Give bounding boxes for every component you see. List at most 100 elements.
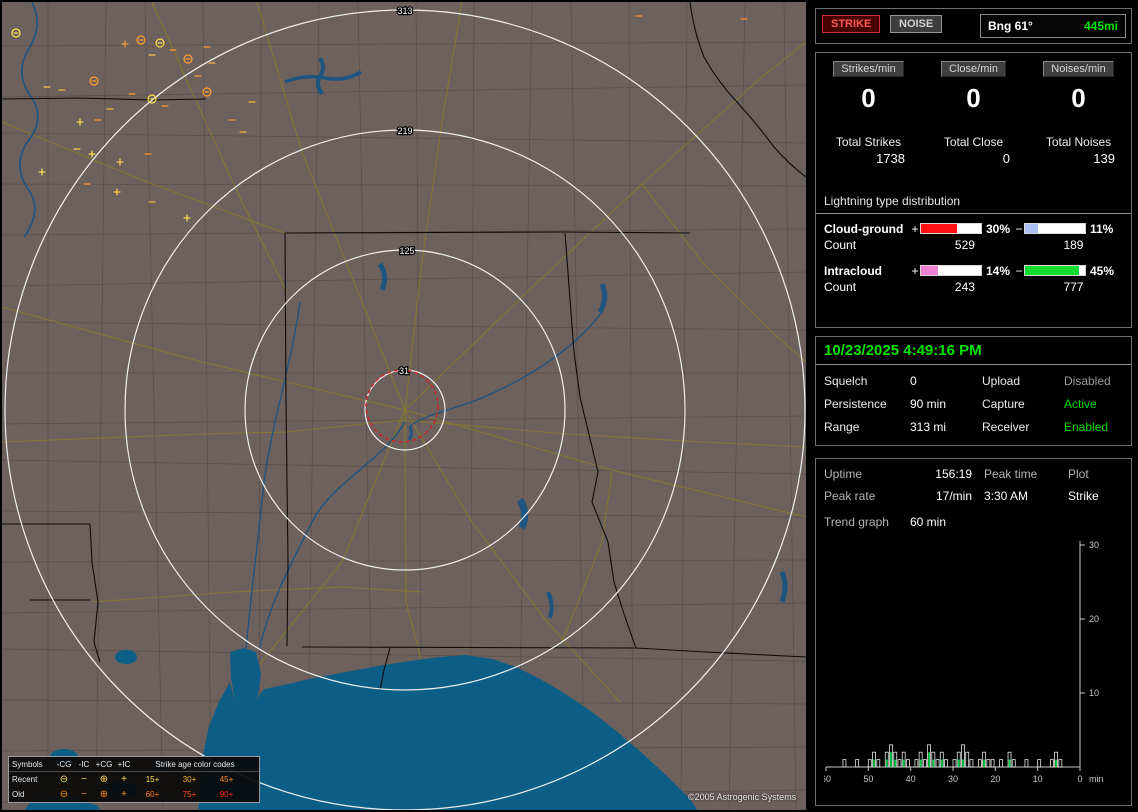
capture-status: Active [1064,397,1123,411]
svg-text:30: 30 [948,774,958,784]
ic-positive-count: 243 [915,280,1014,295]
total-noises-label: Total Noises [1026,135,1131,149]
capture-label: Capture [982,397,1064,411]
legend-age-header: Strike age color codes [134,760,256,769]
cg-negative-pct: 11% [1086,222,1118,236]
counters-section: Strikes/min Close/min Noises/min 0 0 0 T… [815,52,1132,328]
ic-negative-count: 777 [1024,280,1123,295]
total-close-label: Total Close [921,135,1026,149]
legend-col-neg-ic: -IC [74,760,94,769]
status-trend-section: Uptime 156:19 Peak time Plot Peak rate 1… [815,458,1132,806]
peak-time-label: Peak time [984,467,1068,481]
receiver-status: Enabled [1064,420,1123,434]
pos-ic-symbol-icon: + [114,775,134,785]
lightning-map[interactable]: 313 219 125 31 Symbols -CG -IC +CG +IC Stri… [2,2,806,810]
svg-text:50: 50 [863,774,873,784]
count-label: Count [824,280,906,295]
trend-axes [826,541,1085,771]
persistence-label: Persistence [824,397,910,411]
minus-sign: − [1014,264,1024,278]
dist-row-name: Cloud-ground [824,222,910,236]
right-panel: STRIKE NOISE Bng 61° 445mi Strikes/min C… [812,0,1138,812]
plot-mode-value: Strike [1068,489,1123,503]
upload-label: Upload [982,374,1064,388]
copyright-text: ©2005 Astrogenic Systems [688,792,796,802]
total-noises-value: 139 [1026,151,1131,166]
count-label: Count [824,238,906,253]
cloud-ground-counts: Count 529 189 [816,238,1131,253]
datetime-display: 10/23/2025 4:49:16 PM [816,337,1131,365]
plus-sign: + [910,264,920,278]
peak-rate-value: 17/min [910,489,984,503]
svg-text:40: 40 [906,774,916,784]
legend-recent-label: Recent [12,775,54,784]
trend-bars [843,745,1062,767]
age-code-90: 90+ [208,790,245,799]
clock-settings-section: 10/23/2025 4:49:16 PM Squelch 0 Upload D… [815,336,1132,446]
neg-ic-symbol-icon: − [74,790,94,800]
age-code-75: 75+ [171,790,208,799]
svg-text:125: 125 [399,246,414,256]
peak-time-value: 3:30 AM [984,489,1068,503]
bearing-value: Bng 61° [988,19,1033,33]
cg-negative-bar [1024,223,1086,234]
intracloud-counts: Count 243 777 [816,280,1131,295]
svg-text:313: 313 [397,6,412,16]
peak-rate-label: Peak rate [824,489,910,503]
trend-axis-labels: 1020306050403020100min [824,540,1104,784]
cg-positive-count: 529 [915,238,1014,253]
total-strikes-value: 1738 [816,151,921,166]
map-legend: Symbols -CG -IC +CG +IC Strike age color… [8,756,260,803]
age-code-60: 60+ [134,790,171,799]
neg-ic-symbol-icon: − [74,775,94,785]
pos-cg-symbol-icon: ⊕ [94,790,114,800]
persistence-value: 90 min [910,397,982,411]
strikes-per-min-value: 0 [816,83,921,113]
age-code-30: 30+ [171,775,208,784]
pos-cg-symbol-icon: ⊕ [94,775,114,785]
age-code-45: 45+ [208,775,245,784]
legend-col-pos-ic: +IC [114,760,134,769]
svg-text:20: 20 [1089,614,1099,624]
svg-text:0: 0 [1077,774,1082,784]
svg-text:10: 10 [1089,688,1099,698]
range-label: Range [824,420,910,434]
trend-graph-label: Trend graph [824,515,910,529]
distribution-title: Lightning type distribution [816,192,1131,214]
noises-per-min-value: 0 [1026,83,1131,113]
svg-text:219: 219 [397,126,412,136]
squelch-value: 0 [910,374,982,388]
svg-text:20: 20 [990,774,1000,784]
legend-col-neg-cg: -CG [54,760,74,769]
uptime-value: 156:19 [910,467,984,481]
receiver-label: Receiver [982,420,1064,434]
total-strikes-label: Total Strikes [816,135,921,149]
legend-old-label: Old [12,790,54,799]
strike-button[interactable]: STRIKE [822,15,880,33]
svg-text:10: 10 [1033,774,1043,784]
squelch-label: Squelch [824,374,910,388]
cg-positive-pct: 30% [982,222,1014,236]
map-canvas[interactable]: 313 219 125 31 [2,2,806,810]
svg-text:min: min [1089,774,1104,784]
dist-row-name: Intracloud [824,264,910,278]
ic-negative-pct: 45% [1086,264,1118,278]
noises-per-min-button[interactable]: Noises/min [1043,61,1113,77]
bearing-readout: Bng 61° 445mi [980,14,1126,38]
neg-cg-symbol-icon: ⊖ [54,790,74,800]
svg-text:31: 31 [399,366,409,376]
strike-noise-toolbar: STRIKE NOISE Bng 61° 445mi [815,8,1132,44]
close-per-min-value: 0 [921,83,1026,113]
ic-negative-bar [1024,265,1086,276]
close-per-min-button[interactable]: Close/min [941,61,1006,77]
plus-sign: + [910,222,920,236]
strikes-per-min-button[interactable]: Strikes/min [833,61,903,77]
uptime-label: Uptime [824,467,910,481]
cg-negative-count: 189 [1024,238,1123,253]
minus-sign: − [1014,222,1024,236]
trend-graph: 1020306050403020100min [824,535,1123,793]
age-code-15: 15+ [134,775,171,784]
intracloud-row: Intracloud + 14% − 45% [816,263,1131,278]
noise-button[interactable]: NOISE [890,15,942,33]
cg-positive-bar [920,223,982,234]
